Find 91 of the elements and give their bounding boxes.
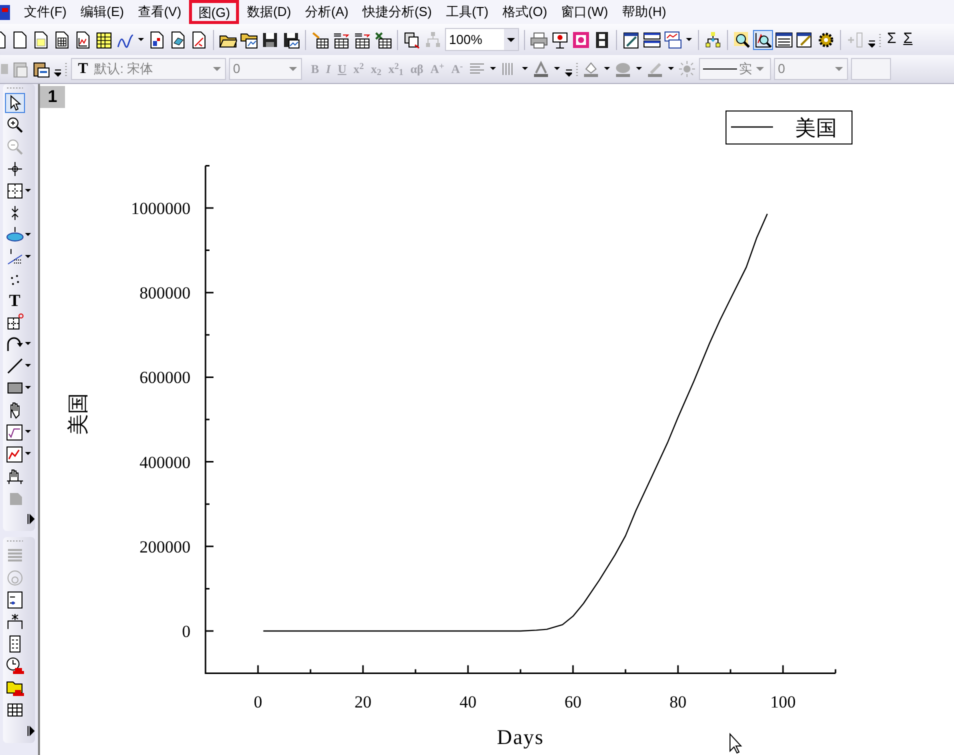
folder-icon[interactable]: [240, 30, 258, 48]
printer-icon[interactable]: [530, 30, 548, 48]
zoom-field[interactable]: 100%: [445, 28, 519, 51]
grid-icon[interactable]: [374, 30, 392, 48]
font-color-icon[interactable]: [532, 60, 550, 78]
tick-label: 100: [770, 692, 796, 712]
menu-item[interactable]: 图(G): [189, 0, 240, 24]
legend-line: [731, 126, 773, 128]
text-tool[interactable]: T: [6, 292, 24, 309]
line-style-field[interactable]: 实: [698, 58, 771, 80]
clock-stamp-icon[interactable]: [6, 657, 24, 675]
hand-icon[interactable]: [6, 467, 24, 485]
line-icon[interactable]: [6, 357, 24, 375]
copy-icon[interactable]: [403, 30, 421, 48]
tick-label: 200000: [140, 537, 190, 556]
presentation-icon[interactable]: [551, 30, 569, 48]
sum-button[interactable]: Σ: [885, 28, 898, 51]
bracket-icon[interactable]: [6, 613, 24, 631]
worksheet-icon[interactable]: [53, 30, 71, 48]
tree-icon[interactable]: [704, 30, 722, 48]
line-sample: [702, 67, 737, 71]
dotted-grid-icon[interactable]: [6, 182, 24, 200]
tick-label: 0: [182, 622, 190, 641]
clipboard-icon[interactable]: [32, 60, 50, 78]
menu-item[interactable]: 帮助(H): [616, 0, 672, 24]
zoom-in-icon[interactable]: [6, 116, 24, 134]
tick-label: 400000: [140, 452, 190, 472]
tick-label: 60: [564, 692, 582, 712]
ellipse-select-icon[interactable]: [6, 226, 24, 244]
grid-icon[interactable]: [332, 30, 350, 48]
page-number: 1: [40, 86, 65, 108]
tick-label: 0: [254, 692, 262, 712]
tick-label: 80: [670, 692, 686, 712]
window-icon[interactable]: [643, 30, 661, 48]
menu-item[interactable]: 查看(V): [132, 0, 188, 24]
magnifier-icon[interactable]: [754, 30, 772, 48]
menu-item[interactable]: 文件(F): [18, 0, 73, 24]
document-icon[interactable]: [11, 30, 29, 48]
menu-item[interactable]: 格式(O): [496, 0, 554, 24]
record-icon[interactable]: [572, 30, 590, 48]
caret-icon[interactable]: [507, 36, 515, 42]
sum-button[interactable]: Σ: [901, 28, 915, 51]
menu-item[interactable]: 窗口(W): [555, 0, 614, 24]
folder-stamp-icon[interactable]: [6, 679, 24, 697]
gear-icon[interactable]: [817, 30, 835, 48]
graph-icon[interactable]: [74, 30, 92, 48]
legend-icon[interactable]: [6, 591, 24, 609]
app-icon[interactable]: [0, 3, 10, 21]
axis-title: Days: [496, 725, 544, 749]
grid-icon[interactable]: [6, 313, 24, 331]
chart-icon[interactable]: [6, 445, 24, 463]
tick-label: 20: [354, 692, 372, 712]
grid-icon[interactable]: [95, 30, 113, 48]
crosshair-icon[interactable]: [6, 160, 24, 178]
font-field[interactable]: T 默认: 宋体: [71, 58, 226, 80]
document-icon[interactable]: [0, 30, 8, 48]
table-icon[interactable]: [775, 30, 793, 48]
pointer-icon[interactable]: [6, 94, 24, 112]
axis-title: 美国: [66, 393, 90, 435]
menu-item[interactable]: 工具(T): [440, 0, 494, 24]
grip-icon[interactable]: [6, 86, 24, 90]
grid-icon[interactable]: [311, 30, 329, 48]
legend-label: 美国: [795, 116, 837, 140]
pen-document-icon[interactable]: [622, 30, 640, 48]
font-icon: T: [72, 58, 94, 80]
grip-icon[interactable]: [6, 539, 24, 543]
line-width-field[interactable]: 0: [774, 58, 848, 80]
tick-label: 40: [460, 692, 476, 712]
curved-arrow-icon[interactable]: [6, 335, 24, 353]
menu-item[interactable]: 数据(D): [241, 0, 298, 24]
grid-icon[interactable]: [353, 30, 371, 48]
document-icon[interactable]: [32, 30, 50, 48]
combo-field[interactable]: [850, 58, 891, 80]
magnifier-icon[interactable]: [733, 30, 751, 48]
report-icon[interactable]: [148, 30, 166, 48]
menu-item[interactable]: 快捷分析(S): [356, 0, 438, 24]
document-icon[interactable]: [190, 30, 208, 48]
tick-label: 800000: [140, 284, 190, 303]
document-icon[interactable]: [169, 30, 187, 48]
grip-icon[interactable]: [574, 60, 579, 78]
menu-item[interactable]: 分析(A): [299, 0, 354, 24]
window-icon[interactable]: [664, 30, 682, 48]
tick-label: 1000000: [131, 199, 190, 218]
formula-icon[interactable]: [6, 423, 24, 441]
menu-item[interactable]: 编辑(E): [74, 0, 130, 24]
film-icon[interactable]: [593, 30, 611, 48]
note-icon[interactable]: [796, 30, 814, 48]
line-select-icon[interactable]: [6, 248, 24, 266]
tick-label: 600000: [140, 368, 190, 388]
size-field[interactable]: 0: [229, 58, 302, 80]
table-icon[interactable]: [6, 701, 24, 719]
